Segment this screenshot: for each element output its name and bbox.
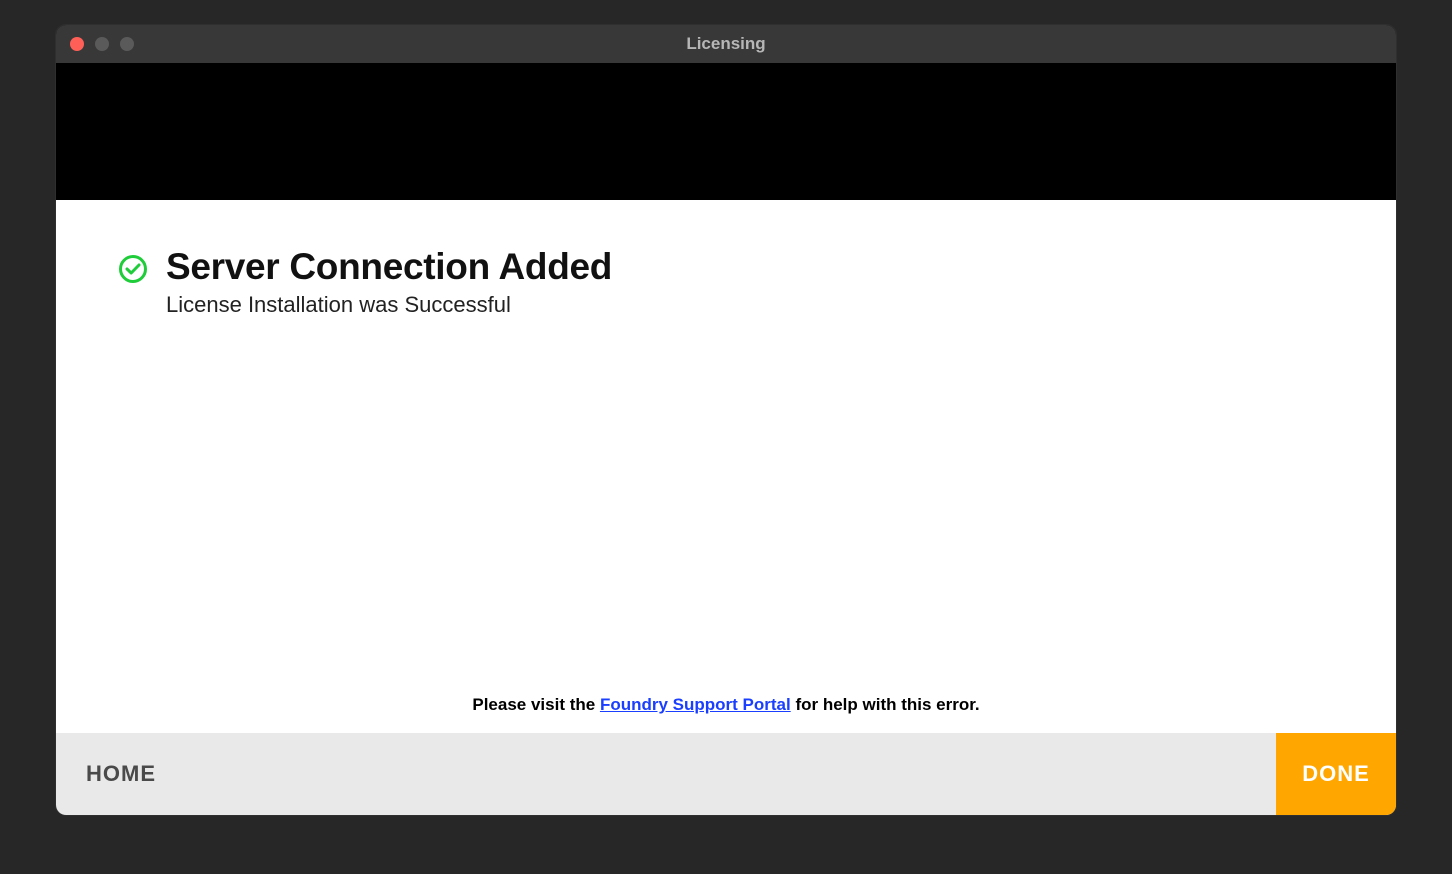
status-subheading: License Installation was Successful: [166, 292, 612, 318]
traffic-lights: [70, 37, 134, 51]
support-help-text: Please visit the Foundry Support Portal …: [118, 695, 1334, 715]
licensing-window: Licensing Server Connection Added Licens…: [56, 25, 1396, 815]
support-prefix: Please visit the: [472, 695, 600, 714]
titlebar: Licensing: [56, 25, 1396, 63]
minimize-window-button[interactable]: [95, 37, 109, 51]
header-banner: [56, 63, 1396, 200]
status-message: Server Connection Added License Installa…: [118, 246, 1334, 318]
home-button[interactable]: HOME: [56, 733, 186, 815]
footer-bar: HOME DONE: [56, 733, 1396, 815]
status-text: Server Connection Added License Installa…: [166, 246, 612, 318]
success-check-icon: [118, 254, 148, 289]
done-button[interactable]: DONE: [1276, 733, 1396, 815]
close-window-button[interactable]: [70, 37, 84, 51]
window-title: Licensing: [686, 34, 765, 54]
status-heading: Server Connection Added: [166, 246, 612, 288]
maximize-window-button[interactable]: [120, 37, 134, 51]
support-suffix: for help with this error.: [791, 695, 980, 714]
support-portal-link[interactable]: Foundry Support Portal: [600, 695, 791, 714]
content-area: Server Connection Added License Installa…: [56, 200, 1396, 733]
